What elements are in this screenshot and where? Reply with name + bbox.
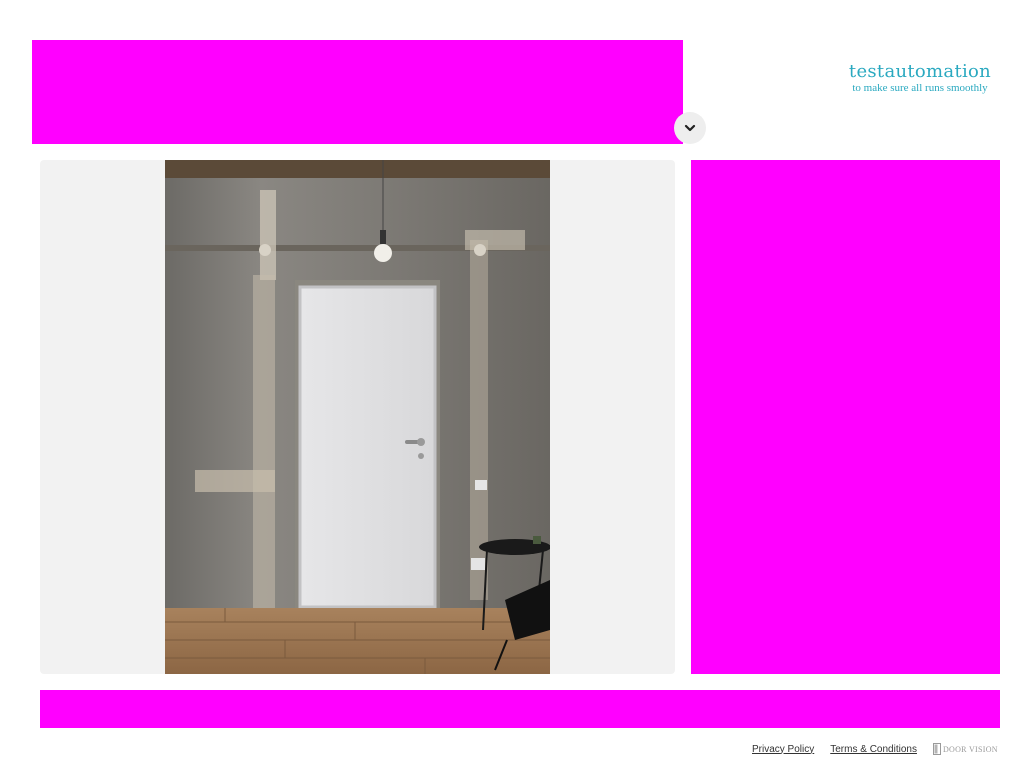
brand-name: testautomation (848, 61, 992, 82)
chevron-down-icon (684, 124, 696, 132)
dropdown-toggle-button[interactable] (674, 112, 706, 144)
door-preview-area (40, 160, 675, 674)
door-vision-logo-text: DOOR VISION (942, 744, 998, 754)
brand-tagline: to make sure all runs smoothly (852, 82, 988, 94)
door-vision-logo: DOOR VISION (932, 743, 998, 755)
brand-logo: testautomation to make sure all runs smo… (840, 61, 1000, 95)
door-logo-icon (932, 743, 941, 755)
configurator-side-panel-placeholder (691, 160, 1000, 674)
bottom-bar-placeholder (40, 690, 1000, 728)
room-photo (165, 160, 550, 674)
privacy-policy-link[interactable]: Privacy Policy (752, 744, 814, 755)
terms-conditions-link[interactable]: Terms & Conditions (830, 744, 917, 755)
footer: Privacy Policy Terms & Conditions DOOR V… (752, 740, 1002, 758)
header-banner-placeholder (32, 40, 683, 144)
